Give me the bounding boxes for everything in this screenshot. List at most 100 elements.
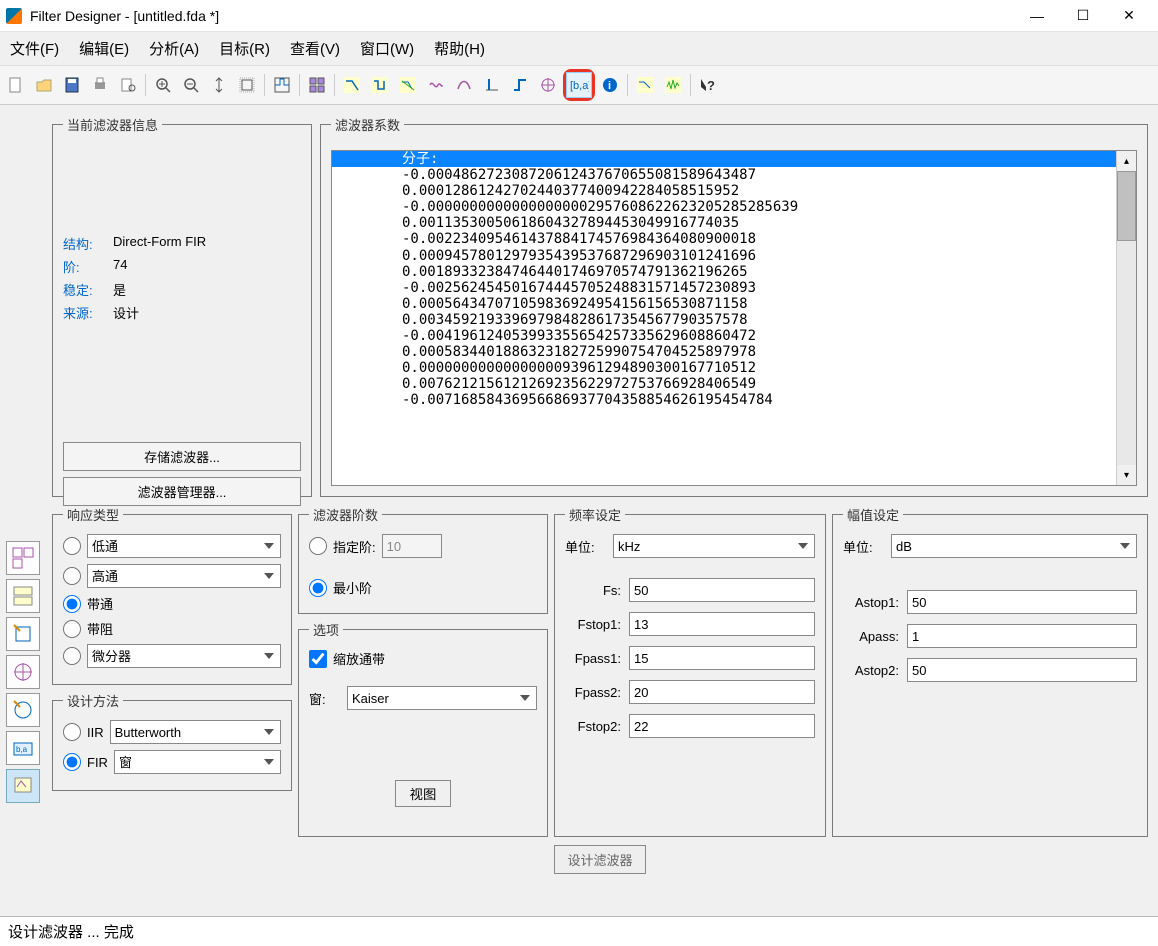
scroll-thumb[interactable]: [1117, 171, 1136, 241]
specify-order-input[interactable]: [382, 534, 442, 558]
fs-input[interactable]: [629, 578, 815, 602]
window-title: Filter Designer - [untitled.fda *]: [30, 8, 1014, 24]
noise-psd-icon[interactable]: [660, 72, 686, 98]
side-btn-1[interactable]: [6, 541, 40, 575]
astop1-label: Astop1:: [843, 595, 899, 610]
order-label: 阶:: [63, 257, 113, 276]
bandstop-radio[interactable]: [63, 620, 81, 638]
stable-value: 是: [113, 280, 126, 299]
fpass2-input[interactable]: [629, 680, 815, 704]
side-toolbar: b,a: [6, 111, 42, 914]
apass-input[interactable]: [907, 624, 1137, 648]
window-select[interactable]: Kaiser: [347, 686, 537, 710]
zoom-fit-icon[interactable]: [234, 72, 260, 98]
scroll-down-icon[interactable]: ▾: [1117, 465, 1136, 485]
impulse-icon[interactable]: [479, 72, 505, 98]
menu-window[interactable]: 窗口(W): [356, 36, 418, 61]
scale-passband-checkbox[interactable]: [309, 650, 327, 668]
side-btn-4[interactable]: [6, 655, 40, 689]
coeff-line: 0.0005834401886323182725990754704525­897…: [402, 344, 1116, 360]
minimize-button[interactable]: —: [1014, 0, 1060, 32]
fstop1-label: Fstop1:: [565, 617, 621, 632]
group-delay-icon[interactable]: [423, 72, 449, 98]
bandpass-radio[interactable]: [63, 595, 81, 613]
scroll-up-icon[interactable]: ▴: [1117, 151, 1136, 171]
freq-unit-label: 单位:: [565, 537, 605, 556]
view-button[interactable]: 视图: [395, 780, 452, 807]
filter-order-panel: 滤波器阶数 指定阶: 最小阶: [298, 505, 548, 614]
menu-target[interactable]: 目标(R): [215, 36, 274, 61]
lowpass-radio[interactable]: [63, 537, 81, 555]
save-icon[interactable]: [59, 72, 85, 98]
side-btn-7[interactable]: [6, 769, 40, 803]
menu-help[interactable]: 帮助(H): [430, 36, 489, 61]
design-method-legend: 设计方法: [63, 691, 123, 710]
specify-order-radio[interactable]: [309, 537, 327, 555]
astop2-input[interactable]: [907, 658, 1137, 682]
mag-resp-db-icon[interactable]: [632, 72, 658, 98]
side-btn-5[interactable]: [6, 693, 40, 727]
pole-zero-icon[interactable]: [535, 72, 561, 98]
source-label: 来源:: [63, 303, 113, 322]
zoom-y-icon[interactable]: [206, 72, 232, 98]
menu-edit[interactable]: 编辑(E): [75, 36, 133, 61]
coeff-line: 0.00113530050618604327894453049916774035: [402, 215, 1116, 231]
min-order-label: 最小阶: [333, 578, 372, 597]
coeff-line: 0.0005643470710598369249541561565308­711…: [402, 296, 1116, 312]
svg-text:i: i: [608, 80, 611, 92]
response-type-panel: 响应类型 低通 高通 带通 带阻 微分器: [52, 505, 292, 685]
side-btn-2[interactable]: [6, 579, 40, 613]
min-order-radio[interactable]: [309, 579, 327, 597]
scrollbar[interactable]: ▴ ▾: [1116, 151, 1136, 485]
mag-phase-icon[interactable]: [395, 72, 421, 98]
zoom-in-icon[interactable]: [150, 72, 176, 98]
new-icon[interactable]: [3, 72, 29, 98]
filter-spec-icon[interactable]: [269, 72, 295, 98]
design-method-panel: 设计方法 IIRButterworth FIR窗: [52, 691, 292, 791]
filter-coeff-icon[interactable]: [b,a]: [566, 72, 592, 98]
coeff-line: 0.00000000000000000939612948903001677105…: [402, 360, 1116, 376]
diff-radio[interactable]: [63, 647, 81, 665]
design-filter-button[interactable]: 设计滤波器: [554, 845, 645, 874]
fstop2-input[interactable]: [629, 714, 815, 738]
lowpass-select[interactable]: 低通: [87, 534, 281, 558]
step-icon[interactable]: [507, 72, 533, 98]
mag-resp-icon[interactable]: [339, 72, 365, 98]
context-help-icon[interactable]: ?: [695, 72, 721, 98]
coeff-line: -0.0025624545016744457052488315714572­30…: [402, 280, 1116, 296]
iir-select[interactable]: Butterworth: [110, 720, 281, 744]
phase-delay-icon[interactable]: [451, 72, 477, 98]
phase-resp-icon[interactable]: [367, 72, 393, 98]
astop1-input[interactable]: [907, 590, 1137, 614]
print-icon[interactable]: [87, 72, 113, 98]
open-icon[interactable]: [31, 72, 57, 98]
coeff-list: 分子: -0.000486272308720612437670655081589…: [332, 151, 1116, 485]
menu-view[interactable]: 查看(V): [286, 36, 344, 61]
freq-unit-select[interactable]: kHz: [613, 534, 815, 558]
coeff-line: -0.00048627230872061243767065508158964­3…: [402, 167, 1116, 183]
menu-file[interactable]: 文件(F): [6, 36, 63, 61]
info-icon[interactable]: i: [597, 72, 623, 98]
options-panel: 选项 缩放通带 窗:Kaiser 视图: [298, 620, 548, 837]
menu-analyze[interactable]: 分析(A): [145, 36, 203, 61]
coeff-line: -0.0071685843695668693770435885462619­54…: [402, 392, 1116, 408]
fpass1-input[interactable]: [629, 646, 815, 670]
store-filter-button[interactable]: 存储滤波器...: [63, 442, 301, 471]
side-btn-3[interactable]: [6, 617, 40, 651]
fstop1-input[interactable]: [629, 612, 815, 636]
close-button[interactable]: ✕: [1106, 0, 1152, 32]
diff-select[interactable]: 微分器: [87, 644, 281, 668]
fir-radio[interactable]: [63, 753, 81, 771]
fir-select[interactable]: 窗: [114, 750, 281, 774]
full-view-icon[interactable]: [304, 72, 330, 98]
window-label: 窗:: [309, 689, 339, 708]
print-preview-icon[interactable]: [115, 72, 141, 98]
highpass-radio[interactable]: [63, 567, 81, 585]
highpass-select[interactable]: 高通: [87, 564, 281, 588]
maximize-button[interactable]: ☐: [1060, 0, 1106, 32]
coeff-legend: 滤波器系数: [331, 115, 404, 134]
iir-radio[interactable]: [63, 723, 81, 741]
mag-unit-select[interactable]: dB: [891, 534, 1137, 558]
side-btn-6[interactable]: b,a: [6, 731, 40, 765]
zoom-out-icon[interactable]: [178, 72, 204, 98]
